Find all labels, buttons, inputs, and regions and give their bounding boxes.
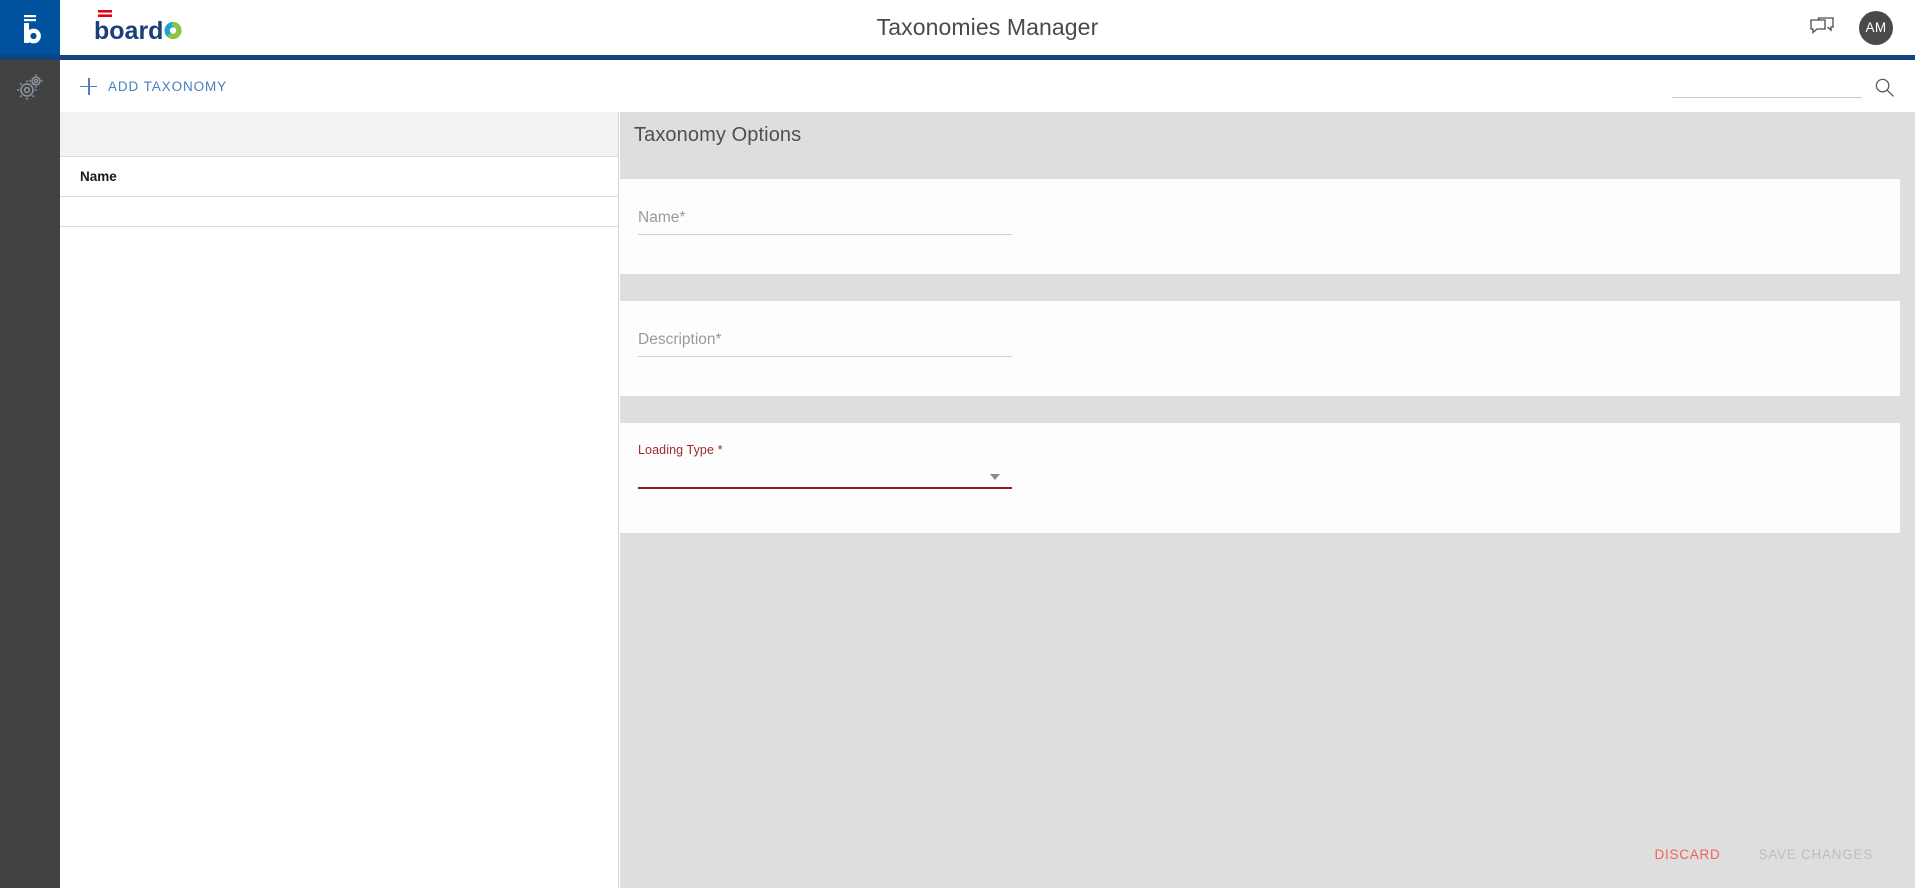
list-empty-row[interactable]	[60, 197, 618, 227]
discard-button[interactable]: DISCARD	[1652, 843, 1722, 866]
rail-logo[interactable]	[0, 0, 60, 58]
taxonomy-options-panel: Taxonomy Options Name* Description* Load…	[620, 112, 1915, 888]
left-rail	[0, 0, 60, 888]
taxonomies-manager-app: board Taxonomies Manager AM ADD TAXONOMY	[0, 0, 1915, 888]
loading-type-field-underline	[638, 487, 1012, 490]
add-taxonomy-button[interactable]: ADD TAXONOMY	[80, 60, 227, 112]
description-input[interactable]	[638, 332, 1012, 356]
taxonomy-list-panel: Name	[60, 112, 619, 888]
avatar[interactable]: AM	[1859, 10, 1893, 45]
loading-type-field-card: Loading Type *	[620, 423, 1900, 533]
search-icon[interactable]	[1874, 77, 1895, 98]
taxonomy-options-title: Taxonomy Options	[634, 124, 802, 146]
plus-icon	[80, 77, 97, 95]
search-area	[1672, 74, 1895, 98]
app-header: board Taxonomies Manager AM	[60, 0, 1915, 55]
list-body	[60, 227, 618, 887]
add-taxonomy-label: ADD TAXONOMY	[108, 78, 228, 94]
name-input[interactable]	[638, 210, 1012, 234]
header-actions: AM	[1809, 0, 1893, 55]
page-title: Taxonomies Manager	[876, 14, 1099, 40]
list-header-row: Name	[60, 157, 618, 197]
toolbar: ADD TAXONOMY	[60, 60, 1915, 112]
description-field-card: Description*	[620, 301, 1900, 396]
name-field-card: Name*	[620, 179, 1900, 274]
search-input[interactable]	[1672, 74, 1862, 98]
sidebar-item-settings[interactable]	[0, 58, 60, 114]
description-field-underline	[638, 356, 1012, 357]
board-b-logo-icon	[24, 15, 41, 44]
gears-icon	[17, 74, 43, 100]
loading-type-field-label: Loading Type *	[638, 443, 723, 457]
chevron-down-icon[interactable]	[990, 474, 1000, 480]
save-changes-button: SAVE CHANGES	[1756, 843, 1875, 866]
form-actions: DISCARD SAVE CHANGES	[1652, 843, 1875, 866]
name-field-underline	[638, 234, 1012, 235]
list-toolbar-strip	[60, 112, 618, 157]
chat-bubbles-icon[interactable]	[1809, 15, 1835, 41]
loading-type-select[interactable]	[638, 457, 1012, 487]
column-header-name: Name	[80, 169, 117, 184]
